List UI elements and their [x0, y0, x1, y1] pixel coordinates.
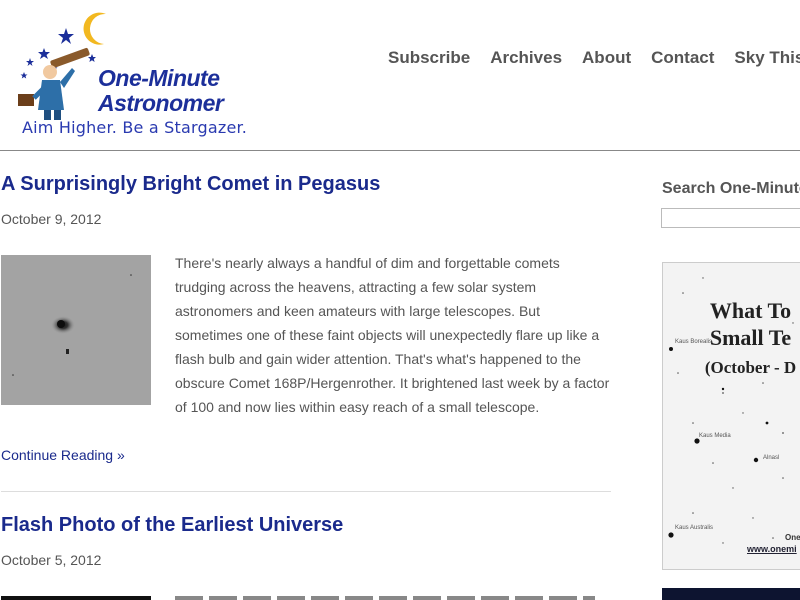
search-input[interactable] [661, 208, 800, 228]
ad-footer-text: One [785, 533, 800, 542]
site-logo[interactable]: One-Minute Astronomer Aim Higher. Be a S… [14, 10, 304, 145]
ad-title-line1: What To [709, 298, 792, 323]
continue-reading-link[interactable]: Continue Reading » [1, 447, 125, 463]
sky-chart-ad[interactable]: What To Small Te (October - D Kaus Borea… [662, 262, 800, 570]
site-header: One-Minute Astronomer Aim Higher. Be a S… [0, 0, 800, 150]
header-divider [0, 150, 800, 151]
post-excerpt: There's nearly always a handful of dim a… [175, 255, 610, 415]
sidebar-search-heading: Search One-Minute [662, 180, 800, 197]
nav-item-contact[interactable]: Contact [651, 48, 714, 68]
post-title[interactable]: Flash Photo of the Earliest Universe [1, 514, 343, 537]
nav-item-sky-this[interactable]: Sky This [734, 48, 800, 68]
star-label: Kaus Australis [675, 525, 714, 531]
logo-title: One-Minute Astronomer [98, 65, 224, 116]
star-label: Kaus Borealis [675, 339, 713, 345]
ad-footer-url: www.onemi [747, 544, 797, 554]
logo-title-line2: Astronomer [98, 90, 224, 116]
sidebar-ad-secondary[interactable] [662, 588, 800, 600]
star-label: Kaus Media [699, 433, 731, 439]
post-date: October 5, 2012 [1, 552, 102, 568]
post-divider [1, 491, 611, 492]
logo-title-line1: One-Minute [98, 65, 220, 91]
post-excerpt-cutoff [175, 596, 595, 600]
logo-tagline: Aim Higher. Be a Stargazer. [22, 118, 248, 137]
star-label: Alnasl [763, 455, 780, 461]
ad-subtitle: (October - D [704, 358, 797, 377]
post-thumbnail[interactable] [1, 596, 151, 600]
nav-item-archives[interactable]: Archives [490, 48, 562, 68]
ad-title-line2: Small Te [709, 325, 792, 350]
nav-item-subscribe[interactable]: Subscribe [388, 48, 470, 68]
post-date: October 9, 2012 [1, 211, 102, 227]
post-title[interactable]: A Surprisingly Bright Comet in Pegasus [1, 173, 380, 196]
nav-item-about[interactable]: About [582, 48, 631, 68]
post-thumbnail[interactable] [1, 255, 151, 405]
comet-image [1, 255, 151, 405]
main-nav: Subscribe Archives About Contact Sky This [388, 48, 800, 68]
